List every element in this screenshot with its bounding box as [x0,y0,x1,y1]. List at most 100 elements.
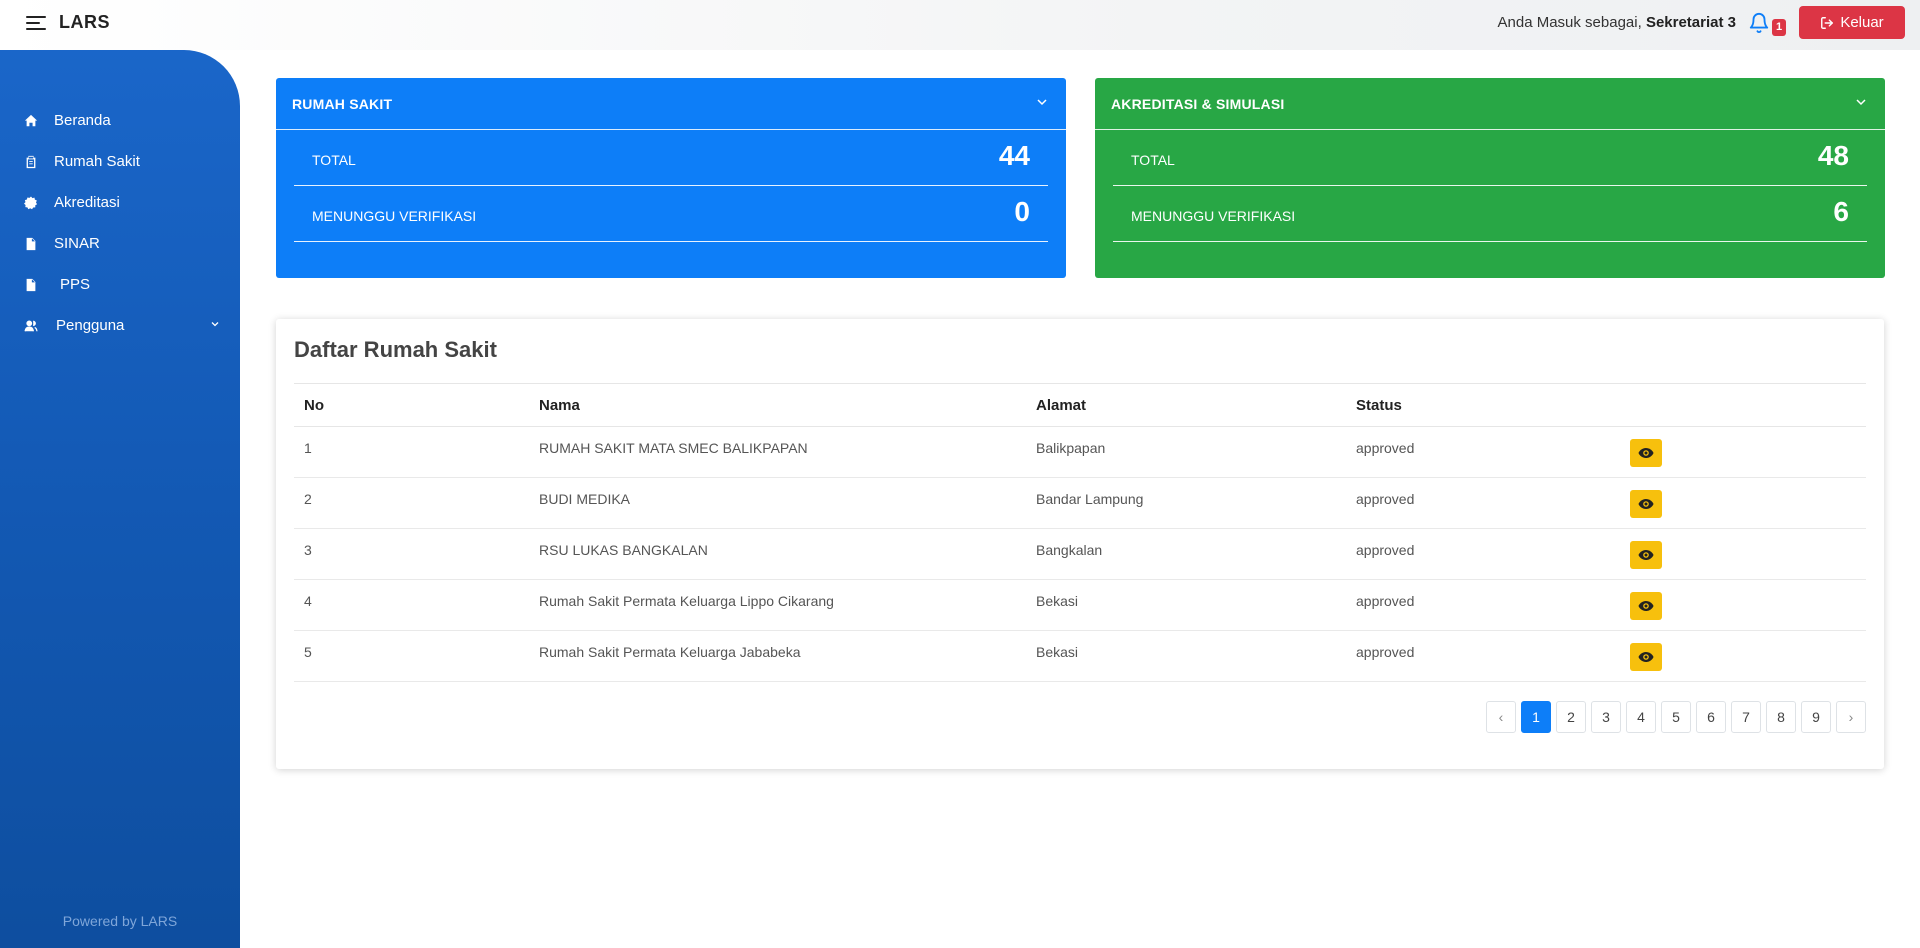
column-header-nama: Nama [539,397,580,414]
column-header-status: Status [1356,397,1402,414]
table-row: 5 Rumah Sakit Permata Keluarga Jababeka … [294,631,1866,682]
stat-label: TOTAL [312,152,356,168]
stat-pending-row: MENUNGGU VERIFIKASI 6 [1113,186,1867,242]
cell-status: approved [1356,644,1415,660]
pagination-page-8[interactable]: 8 [1766,701,1796,733]
bell-icon[interactable] [1748,11,1770,35]
cell-no: 3 [304,542,312,558]
pagination-page-4[interactable]: 4 [1626,701,1656,733]
cell-no: 4 [304,593,312,609]
chevron-down-icon[interactable] [1036,96,1048,108]
pagination-page-6[interactable]: 6 [1696,701,1726,733]
user-name: Sekretariat 3 [1645,14,1736,31]
stat-value: 6 [1833,196,1849,227]
card-title: AKREDITASI & SIMULASI [1111,95,1285,112]
view-button[interactable] [1630,490,1662,518]
eye-icon [1638,550,1654,560]
column-header-alamat: Alamat [1036,397,1087,414]
clipboard-icon [24,155,38,169]
card-title: RUMAH SAKIT [292,95,393,112]
notification-badge: 1 [1772,19,1786,36]
divider [294,383,1866,384]
user-prefix: Anda Masuk sebagai, [1497,14,1642,31]
stat-value: 48 [1817,140,1849,171]
top-bar: LARS Anda Masuk sebagai, Sekretariat 3 1… [0,0,1920,50]
card-header: RUMAH SAKIT [276,78,1066,130]
cell-nama: BUDI MEDIKA [539,491,631,507]
column-header-no: No [304,397,324,414]
table-title: Daftar Rumah Sakit [294,337,497,362]
cell-alamat: Bandar Lampung [1036,491,1144,507]
stat-label: MENUNGGU VERIFIKASI [312,208,477,224]
sidebar-item-beranda[interactable]: Beranda [0,100,240,141]
sidebar-item-rumah-sakit[interactable]: Rumah Sakit [0,141,240,182]
cell-alamat: Bangkalan [1036,542,1103,558]
pagination-page-3[interactable]: 3 [1591,701,1621,733]
cell-nama: RUMAH SAKIT MATA SMEC BALIKPAPAN [539,440,808,456]
cell-alamat: Bekasi [1036,593,1079,609]
view-button[interactable] [1630,439,1662,467]
table-row: 2 BUDI MEDIKA Bandar Lampung approved [294,478,1866,529]
cell-no: 1 [304,440,312,456]
cell-alamat: Balikpapan [1036,440,1106,456]
logged-in-user: Anda Masuk sebagai, Sekretariat 3 [1498,14,1737,31]
stat-value: 0 [1014,196,1030,227]
pagination-page-9[interactable]: 9 [1801,701,1831,733]
sidebar-item-label: PPS [60,276,91,293]
cell-no: 5 [304,644,312,660]
eye-icon [1638,601,1654,611]
table-row: 1 RUMAH SAKIT MATA SMEC BALIKPAPAN Balik… [294,427,1866,478]
view-button[interactable] [1630,592,1662,620]
cell-status: approved [1356,542,1415,558]
eye-icon [1638,652,1654,662]
pagination-page-1[interactable]: 1 [1521,701,1551,733]
chevron-down-icon [211,322,219,327]
menu-toggle-icon[interactable] [26,15,46,31]
rumah-sakit-card: RUMAH SAKIT TOTAL 44 MENUNGGU VERIFIKASI… [276,78,1066,278]
stat-total-row: TOTAL 48 [1113,130,1867,186]
view-button[interactable] [1630,643,1662,671]
cell-no: 2 [304,491,312,507]
cell-status: approved [1356,440,1415,456]
sidebar-item-pps[interactable]: PPS [0,264,240,305]
eye-icon [1638,499,1654,509]
hospital-list-card: Daftar Rumah Sakit No Nama Alamat Status… [276,319,1884,769]
sidebar-item-label: Beranda [54,112,111,129]
sidebar-nav: Beranda Rumah Sakit Akreditasi SINAR PPS [0,100,240,346]
sidebar-item-sinar[interactable]: SINAR [0,223,240,264]
chevron-down-icon[interactable] [1855,96,1867,108]
stat-value: 44 [998,140,1030,171]
stat-label: TOTAL [1131,152,1175,168]
card-header: AKREDITASI & SIMULASI [1095,78,1885,130]
sidebar-item-label: Pengguna [56,317,125,334]
cell-alamat: Bekasi [1036,644,1079,660]
sidebar-item-label: Akreditasi [54,194,120,211]
logout-icon [1821,16,1834,29]
pagination-page-5[interactable]: 5 [1661,701,1691,733]
table-row: 3 RSU LUKAS BANGKALAN Bangkalan approved [294,529,1866,580]
view-button[interactable] [1630,541,1662,569]
sidebar-footer: Powered by LARS [62,913,178,929]
akreditasi-card: AKREDITASI & SIMULASI TOTAL 48 MENUNGGU … [1095,78,1885,278]
sidebar-item-label: SINAR [54,235,100,252]
logout-label: Keluar [1840,14,1884,31]
table-row: 4 Rumah Sakit Permata Keluarga Lippo Cik… [294,580,1866,631]
file-icon [24,278,38,292]
brand-logo: LARS [59,12,110,32]
cell-status: approved [1356,593,1415,609]
logout-button[interactable]: Keluar [1799,6,1905,39]
stat-pending-row: MENUNGGU VERIFIKASI 0 [294,186,1048,242]
stat-total-row: TOTAL 44 [294,130,1048,186]
pagination-page-2[interactable]: 2 [1556,701,1586,733]
sidebar-item-pengguna[interactable]: Pengguna [0,305,240,346]
sidebar-item-label: Rumah Sakit [54,153,140,170]
sidebar-item-akreditasi[interactable]: Akreditasi [0,182,240,223]
eye-icon [1638,448,1654,458]
pagination-next-button[interactable]: › [1836,701,1866,733]
pagination-prev-button[interactable]: ‹ [1486,701,1516,733]
stat-label: MENUNGGU VERIFIKASI [1131,208,1296,224]
pagination-page-7[interactable]: 7 [1731,701,1761,733]
file-icon [24,237,38,251]
users-icon [24,319,38,333]
cell-status: approved [1356,491,1415,507]
